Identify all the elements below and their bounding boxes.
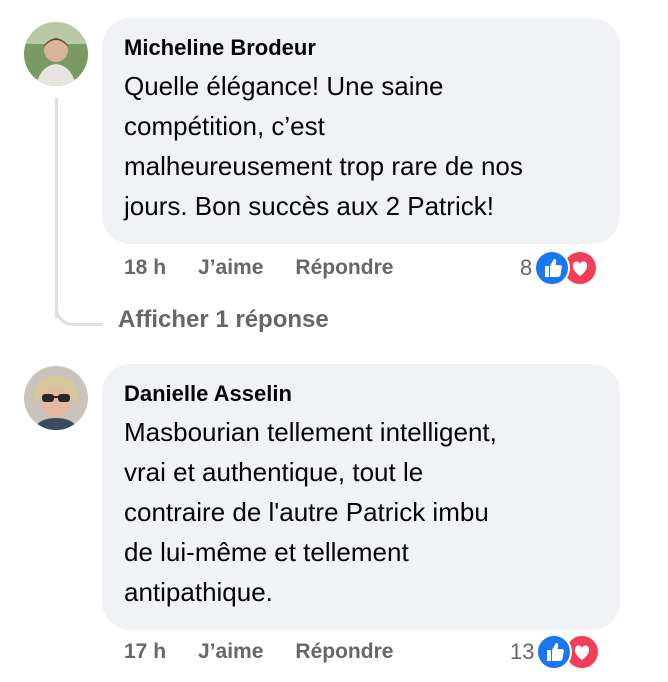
comment-timestamp[interactable]: 17 h <box>124 640 166 664</box>
comment-bubble: Micheline Brodeur Quelle élégance! Une s… <box>102 18 620 244</box>
comment-bubble: Danielle Asselin Masbourian tellement in… <box>102 364 620 630</box>
comment-text: Quelle élégance! Une saine compétition, … <box>124 66 598 226</box>
avatar-photo-danielle <box>24 366 88 430</box>
comment-text-line: jours. Bon succès aux 2 Patrick! <box>124 191 494 221</box>
reply-button[interactable]: Répondre <box>295 640 393 664</box>
comment-timestamp[interactable]: 18 h <box>124 256 166 280</box>
avatar[interactable] <box>24 22 88 86</box>
avatar[interactable] <box>24 366 88 430</box>
like-button[interactable]: J’aime <box>198 640 263 664</box>
like-button[interactable]: J’aime <box>198 256 263 280</box>
comment-text-line: Quelle élégance! Une saine <box>124 71 444 101</box>
thread-line-curve <box>55 296 103 326</box>
comment-text-line: antipathique. <box>124 577 273 607</box>
reaction-count: 8 <box>520 255 533 280</box>
comment-text-line: malheureusement trop rare de nos <box>124 151 523 181</box>
view-replies-link[interactable]: Afficher 1 réponse <box>118 306 329 334</box>
reply-button[interactable]: Répondre <box>295 256 393 280</box>
reaction-summary[interactable]: 8 <box>520 250 600 286</box>
like-icon <box>534 250 571 286</box>
comment-text-line: vrai et authentique, tout le <box>124 457 424 487</box>
comment-text-line: de lui-même et tellement <box>124 537 409 567</box>
comment-text-line: contraire de l'autre Patrick imbu <box>124 497 489 527</box>
reaction-icons <box>536 634 602 670</box>
reaction-count: 13 <box>510 639 535 664</box>
comment-actions: 18 h J’aime Répondre <box>124 253 393 283</box>
comment-text: Masbourian tellement intelligent, vrai e… <box>124 412 598 612</box>
like-icon <box>536 634 573 670</box>
comment-author[interactable]: Danielle Asselin <box>124 380 598 408</box>
thread-line <box>55 98 58 318</box>
comment-text-line: Masbourian tellement intelligent, <box>124 417 497 447</box>
reaction-summary[interactable]: 13 <box>510 634 602 670</box>
comment-text-line: compétition, c’est <box>124 111 325 141</box>
comment-author[interactable]: Micheline Brodeur <box>124 34 598 62</box>
reaction-icons <box>534 250 600 286</box>
comment-actions: 17 h J’aime Répondre <box>124 637 393 667</box>
avatar-photo-micheline <box>24 22 88 86</box>
